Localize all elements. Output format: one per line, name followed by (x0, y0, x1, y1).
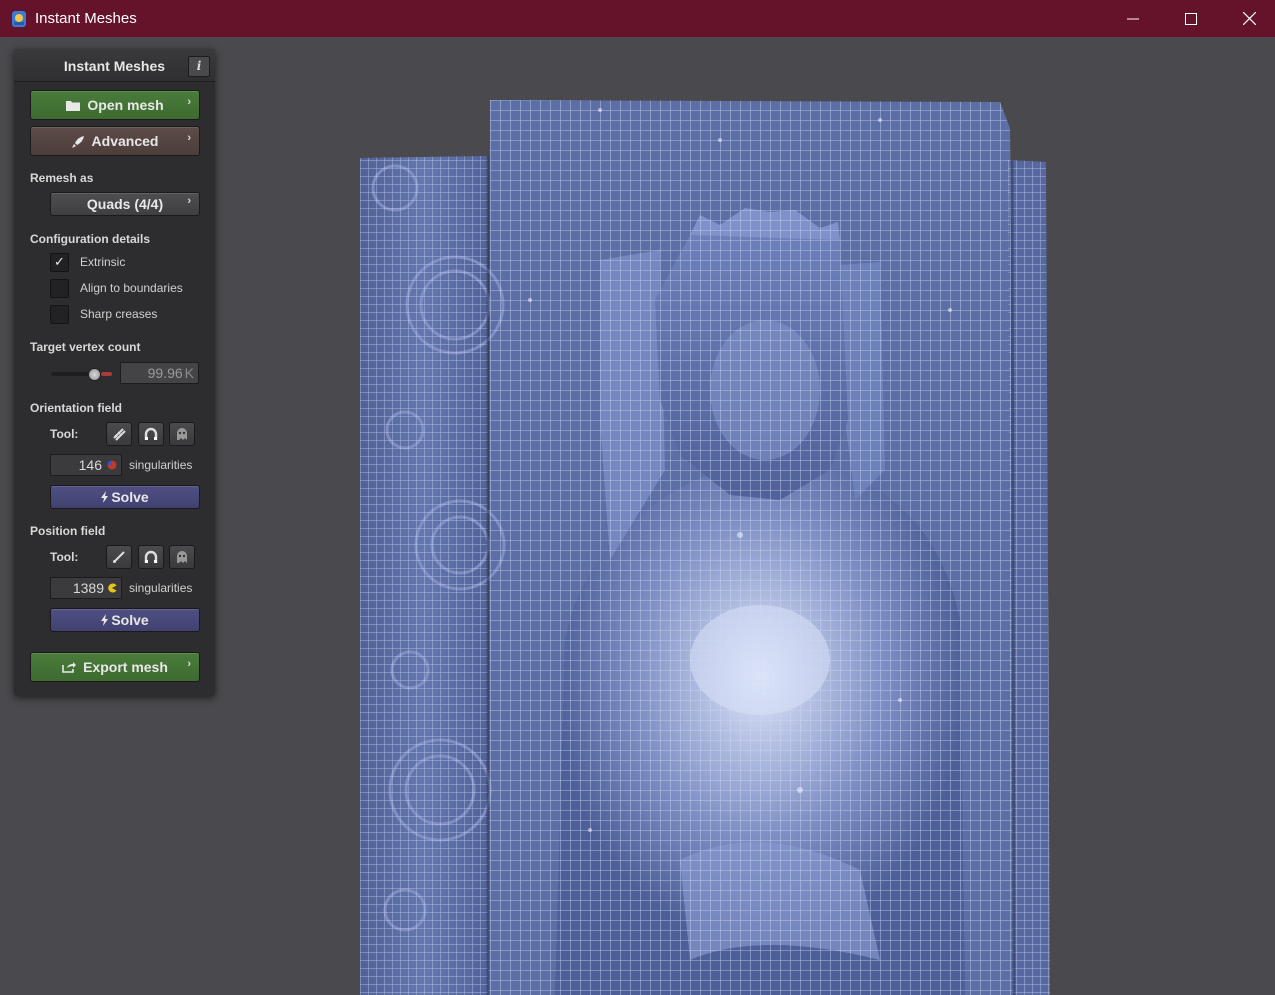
chevron-right-icon: › (187, 195, 191, 207)
extrinsic-label: Extrinsic (80, 255, 126, 269)
align-boundaries-checkbox[interactable] (50, 278, 69, 298)
vertex-slider-knob[interactable] (88, 368, 101, 381)
position-ghost-tool[interactable] (169, 545, 195, 569)
app-icon (12, 10, 26, 27)
orientation-singularities-label: singularities (129, 458, 193, 472)
align-boundaries-option[interactable]: Align to boundaries (50, 278, 183, 298)
vertex-slider-fill (101, 372, 112, 376)
position-singularities-value: 1389 (72, 580, 104, 596)
info-button[interactable]: i (188, 56, 210, 77)
remesh-as-label: Remesh as (30, 171, 94, 185)
export-mesh-label: Export mesh (83, 659, 168, 675)
orientation-solve-label: Solve (111, 489, 149, 505)
chevron-right-icon: › (187, 132, 191, 144)
orientation-attractor-tool[interactable] (138, 422, 164, 446)
minimize-icon (1127, 18, 1139, 19)
lightning-icon (101, 614, 109, 626)
chevron-right-icon: › (187, 658, 191, 670)
position-singularities-field: 1389 (50, 577, 122, 599)
orientation-singularities-field: 146 (50, 454, 122, 476)
position-attractor-tool[interactable] (138, 545, 164, 569)
remesh-mode-dropdown[interactable]: Quads (4/4) › (50, 192, 200, 216)
position-solve-label: Solve (111, 612, 149, 628)
attractor-icon (144, 550, 158, 563)
maximize-icon (1185, 12, 1197, 25)
target-vertex-field[interactable]: 99.96 K (120, 362, 199, 384)
export-mesh-button[interactable]: Export mesh › (30, 652, 200, 682)
lightning-icon (101, 491, 109, 503)
position-brush-tool[interactable] (106, 545, 132, 569)
pacman-indicator-icon (108, 583, 117, 593)
panel-header: Instant Meshes i (14, 49, 215, 82)
align-boundaries-label: Align to boundaries (80, 281, 183, 295)
title-bar: Instant Meshes (0, 0, 1275, 37)
sharp-creases-option[interactable]: Sharp creases (50, 304, 158, 324)
close-icon (1242, 12, 1256, 25)
maximize-button[interactable] (1162, 0, 1220, 37)
minimize-button[interactable] (1104, 0, 1162, 37)
extrinsic-option[interactable]: ✓ Extrinsic (50, 252, 126, 272)
comb-icon (113, 428, 126, 441)
close-button[interactable] (1220, 0, 1275, 37)
ghost-icon (177, 428, 187, 440)
open-mesh-button[interactable]: Open mesh › (30, 90, 200, 120)
extrinsic-checkbox[interactable]: ✓ (50, 252, 69, 272)
orientation-singularities-value: 146 (78, 457, 102, 473)
target-vertex-label: Target vertex count (30, 340, 141, 354)
orientation-tool-label: Tool: (50, 427, 79, 441)
folder-icon (66, 100, 81, 111)
tool-panel: Instant Meshes i Open mesh › Advanced › … (14, 49, 215, 696)
position-field-label: Position field (30, 524, 106, 538)
config-label: Configuration details (30, 232, 150, 246)
rocket-icon (71, 135, 85, 148)
advanced-button[interactable]: Advanced › (30, 126, 200, 156)
orientation-ghost-tool[interactable] (169, 422, 195, 446)
remesh-mode-value: Quads (4/4) (86, 196, 164, 212)
position-singularities-label: singularities (129, 581, 193, 595)
window-title: Instant Meshes (35, 10, 137, 27)
target-vertex-value: 99.96 (147, 365, 183, 381)
brush-icon (113, 551, 125, 563)
sharp-creases-checkbox[interactable] (50, 304, 69, 324)
sharp-creases-label: Sharp creases (80, 307, 158, 321)
attractor-icon (144, 427, 158, 440)
orientation-field-label: Orientation field (30, 401, 123, 415)
panel-title: Instant Meshes (63, 58, 166, 74)
ghost-icon (177, 551, 187, 563)
advanced-label: Advanced (91, 133, 159, 149)
orientation-solve-button[interactable]: Solve (50, 485, 200, 509)
position-tool-label: Tool: (50, 550, 79, 564)
orientation-comb-tool[interactable] (106, 422, 132, 446)
target-vertex-unit: K (184, 365, 194, 381)
open-mesh-label: Open mesh (87, 97, 164, 113)
position-solve-button[interactable]: Solve (50, 608, 200, 632)
chevron-right-icon: › (187, 96, 191, 108)
export-icon (62, 661, 77, 673)
singularity-indicator-icon (107, 460, 117, 470)
